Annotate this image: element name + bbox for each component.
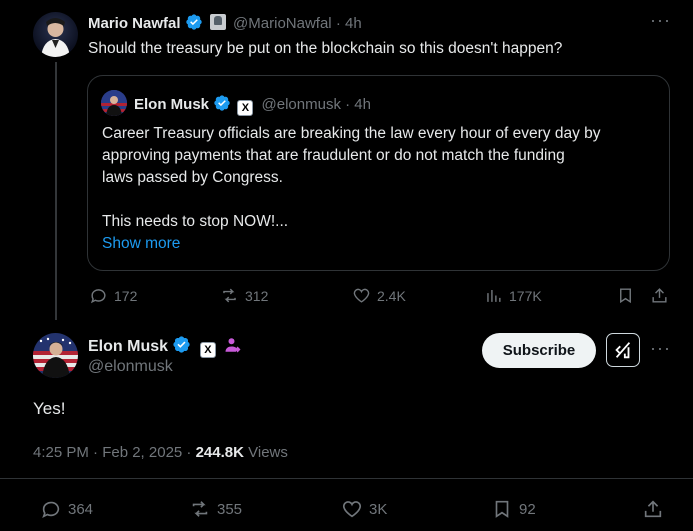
parent-views-count: 177K <box>509 287 542 304</box>
parent-author-row: Mario Nawfal @MarioNawfal · 4h <box>88 13 362 32</box>
main-reply-button[interactable]: 364 <box>40 498 93 520</box>
quote-avatar <box>101 90 127 116</box>
share-icon <box>652 288 667 303</box>
show-more-link[interactable]: Show more <box>102 233 662 255</box>
main-author-row: Elon Musk X <box>88 335 242 358</box>
main-bookmark-count: 92 <box>519 500 536 518</box>
parent-more-icon[interactable]: ··· <box>650 10 671 31</box>
main-timestamp[interactable]: 4:25 PM · Feb 2, 2025 · <box>33 444 191 461</box>
views-icon <box>487 289 501 302</box>
share-icon <box>644 500 662 518</box>
reply-icon <box>90 289 106 304</box>
quote-author-row: Elon Musk X @elonmusk · 4h <box>134 94 371 116</box>
parent-reply-button[interactable]: 172 <box>89 286 137 305</box>
repost-icon <box>192 501 208 517</box>
main-tweet-text: Yes! <box>33 399 66 418</box>
main-more-icon[interactable]: ··· <box>650 338 671 359</box>
verified-badge-icon <box>214 95 230 111</box>
parent-author-name[interactable]: Mario Nawfal <box>88 15 181 32</box>
x-affiliation-icon: X <box>237 100 254 116</box>
main-avatar[interactable] <box>33 333 78 378</box>
verified-badge-icon <box>186 14 202 30</box>
bookmark-icon <box>620 288 631 304</box>
x-affiliation-icon[interactable]: X <box>199 342 216 358</box>
main-handle[interactable]: @elonmusk <box>88 358 173 376</box>
quote-author-name: Elon Musk <box>134 96 210 113</box>
quote-line-3: laws passed by Congress. <box>102 169 283 186</box>
parent-handle[interactable]: @MarioNawfal <box>233 15 332 32</box>
quote-text: Career Treasury officials are breaking t… <box>102 123 662 255</box>
main-repost-button[interactable]: 355 <box>189 498 242 520</box>
main-author-name[interactable]: Elon Musk <box>88 338 168 355</box>
quote-line-1: Career Treasury officials are breaking t… <box>102 125 601 142</box>
parent-bookmark-button[interactable] <box>616 286 641 305</box>
main-reply-count: 364 <box>68 500 94 518</box>
parent-tweet-text: Should the treasury be put on the blockc… <box>88 40 563 57</box>
subscriber-person-icon <box>225 338 241 353</box>
quote-time: · 4h <box>345 96 371 113</box>
parent-reply-count: 172 <box>114 287 138 304</box>
like-icon <box>353 288 370 303</box>
parent-time[interactable]: · 4h <box>336 15 362 32</box>
parent-repost-button[interactable]: 312 <box>220 286 268 305</box>
subscribe-button[interactable]: Subscribe <box>482 333 596 368</box>
quote-line-4: This needs to stop NOW!... <box>102 213 289 230</box>
quote-line-2: approving payments that are fraudulent o… <box>102 147 565 164</box>
main-views-count: 244.8K <box>195 444 244 461</box>
reply-icon <box>42 501 60 518</box>
main-share-button[interactable] <box>642 498 670 520</box>
parent-like-count: 2.4K <box>377 287 406 304</box>
main-like-button[interactable]: 3K <box>341 498 387 520</box>
parent-views-button[interactable]: 177K <box>484 286 542 305</box>
verified-badge-icon <box>173 336 191 353</box>
main-repost-count: 355 <box>217 500 243 518</box>
parent-like-button[interactable]: 2.4K <box>352 286 406 305</box>
repost-icon <box>223 288 236 303</box>
main-meta-row: 4:25 PM · Feb 2, 2025 · 244.8K Views <box>33 444 288 461</box>
divider <box>0 478 693 479</box>
mario-avatar[interactable] <box>33 12 78 57</box>
parent-share-button[interactable] <box>650 286 675 305</box>
like-icon <box>342 501 362 518</box>
grok-icon <box>615 342 631 359</box>
grok-button[interactable] <box>606 333 640 367</box>
parent-emoji-icon <box>209 14 226 30</box>
bookmark-icon <box>495 500 509 518</box>
main-views-label: Views <box>248 444 288 461</box>
thread-line <box>55 62 57 320</box>
main-bookmark-button[interactable]: 92 <box>491 498 536 520</box>
parent-repost-count: 312 <box>245 287 269 304</box>
main-like-count: 3K <box>369 500 388 518</box>
quote-handle: @elonmusk <box>261 96 341 113</box>
